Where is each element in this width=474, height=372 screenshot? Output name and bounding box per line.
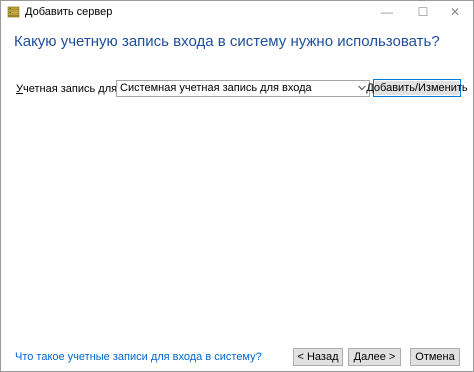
cancel-button[interactable]: Отмена (410, 348, 460, 366)
title-bar[interactable]: Добавить сервер — ☐ ✕ (1, 1, 473, 23)
minimize-button[interactable]: — (370, 1, 404, 23)
account-label-accesskey: У (16, 83, 23, 95)
close-button[interactable]: ✕ (438, 1, 472, 23)
back-button[interactable]: < Назад (293, 348, 343, 366)
account-select-value: Системная учетная запись для входа (120, 82, 312, 94)
window-title: Добавить сервер (25, 6, 113, 18)
help-link[interactable]: Что такое учетные записи для входа в сис… (15, 351, 262, 363)
add-change-button[interactable]: Добавить/Изменить (366, 79, 468, 97)
server-app-icon (7, 6, 20, 18)
page-heading: Какую учетную запись входа в систему нуж… (14, 33, 440, 50)
next-button[interactable]: Далее > (348, 348, 401, 366)
chevron-down-icon (358, 85, 366, 91)
add-server-dialog: Добавить сервер — ☐ ✕ Какую учетную запи… (0, 0, 474, 372)
maximize-button[interactable]: ☐ (406, 1, 440, 23)
account-select[interactable]: Системная учетная запись для входа (116, 80, 370, 97)
